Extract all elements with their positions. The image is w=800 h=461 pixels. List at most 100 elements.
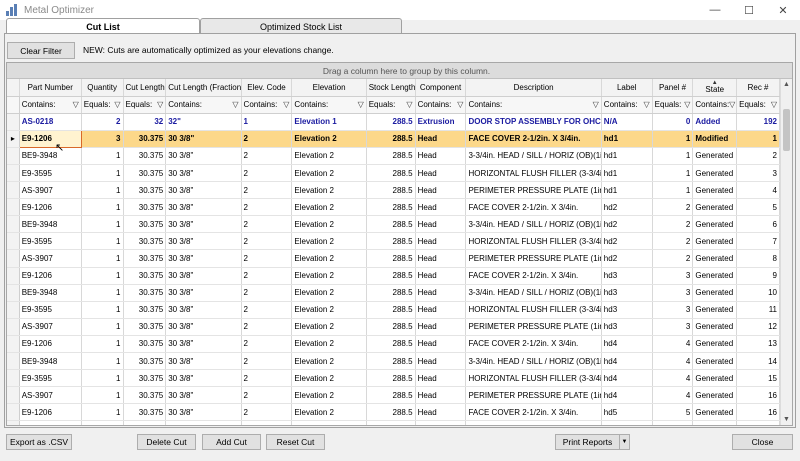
- table-cell[interactable]: 2: [241, 335, 293, 354]
- table-row[interactable]: BE9-3948130.37530 3/8"2Elevation 2288.5H…: [7, 147, 780, 165]
- filter-cell[interactable]: Contains: ▽: [415, 96, 467, 114]
- table-cell[interactable]: hd3: [601, 267, 653, 285]
- table-cell[interactable]: 3: [652, 301, 694, 319]
- table-cell[interactable]: 2: [241, 369, 293, 388]
- table-cell[interactable]: 30.375: [123, 301, 167, 319]
- row-indicator[interactable]: [7, 147, 20, 165]
- column-header-label[interactable]: Label: [601, 79, 653, 97]
- table-cell[interactable]: FACE COVER 2-1/2in. X 3/4in.: [465, 335, 602, 354]
- table-cell[interactable]: 288.5: [366, 215, 416, 234]
- table-cell[interactable]: 30 3/8": [165, 147, 242, 165]
- row-indicator[interactable]: [7, 232, 20, 251]
- table-cell[interactable]: 288.5: [366, 318, 416, 336]
- table-cell[interactable]: Elevation 2: [291, 284, 367, 302]
- table-cell[interactable]: 30.375: [123, 181, 167, 200]
- table-row[interactable]: E9-1206 1 30.375 30 3/8" 2 Elevation 2 288.5 He…: [7, 267, 780, 285]
- table-cell[interactable]: Elevation 2: [291, 318, 367, 336]
- filter-cell[interactable]: Equals: ▽: [736, 96, 780, 114]
- table-cell[interactable]: E9-3595: [19, 369, 82, 388]
- row-indicator[interactable]: [7, 352, 20, 371]
- table-cell[interactable]: 3: [652, 318, 694, 336]
- table-cell[interactable]: 2: [241, 403, 293, 422]
- table-cell[interactable]: 10: [736, 284, 780, 302]
- reset-cut-button[interactable]: Reset Cut: [266, 434, 325, 450]
- table-cell[interactable]: Elevation 2: [291, 147, 367, 165]
- table-cell[interactable]: Generated: [692, 198, 738, 217]
- table-cell[interactable]: Head: [415, 386, 467, 405]
- table-cell[interactable]: 2: [736, 147, 780, 165]
- table-cell[interactable]: Elevation 2: [291, 301, 367, 319]
- add-cut-button[interactable]: Add Cut: [202, 434, 261, 450]
- table-cell[interactable]: 2: [241, 164, 293, 183]
- column-header-rec[interactable]: Rec #: [736, 79, 780, 97]
- table-cell[interactable]: Head: [415, 232, 467, 251]
- table-cell[interactable]: 2: [241, 232, 293, 251]
- row-indicator[interactable]: ▸: [7, 130, 20, 148]
- column-header-elev-code[interactable]: Elev. Code: [241, 79, 293, 97]
- table-cell[interactable]: Generated: [692, 249, 738, 268]
- row-indicator[interactable]: [7, 386, 20, 405]
- table-cell[interactable]: 30.375: [123, 215, 167, 234]
- cut-list-grid[interactable]: Drag a column here to group by this colu…: [6, 62, 793, 426]
- table-row[interactable]: ▸ E9-1206 3 30.375 30 3/8" 2 Elevation 2 288.5 H…: [7, 129, 780, 148]
- table-cell[interactable]: 1: [81, 181, 124, 200]
- column-header-panel[interactable]: Panel #: [652, 79, 694, 97]
- row-indicator[interactable]: [7, 113, 20, 131]
- table-cell[interactable]: E9-1206: [19, 198, 82, 217]
- column-header-cut-length[interactable]: Cut Length: [123, 79, 167, 97]
- table-cell[interactable]: Head: [415, 335, 467, 354]
- table-cell[interactable]: 288.5: [366, 181, 416, 200]
- funnel-icon[interactable]: ▽: [358, 100, 364, 109]
- table-cell[interactable]: Generated: [692, 181, 738, 200]
- table-cell[interactable]: 30.375: [123, 284, 167, 302]
- table-cell[interactable]: Extrusion: [415, 113, 467, 131]
- table-cell[interactable]: 288.5: [366, 147, 416, 165]
- table-cell[interactable]: FACE COVER 2-1/2in. X 3/4in.: [465, 267, 602, 285]
- table-cell[interactable]: PERIMETER PRESSURE PLATE (1in. GL): [465, 318, 602, 336]
- row-indicator[interactable]: [7, 181, 20, 200]
- table-cell[interactable]: AS-0218: [19, 113, 82, 131]
- funnel-icon[interactable]: ▽: [684, 100, 690, 109]
- table-cell[interactable]: 1: [652, 164, 694, 183]
- table-cell[interactable]: 30 3/8": [165, 198, 242, 217]
- print-reports-dropdown-icon[interactable]: ▼: [620, 434, 630, 450]
- table-cell[interactable]: 288.5: [366, 267, 416, 285]
- table-cell[interactable]: Elevation 2: [291, 164, 367, 183]
- table-row[interactable]: E9-1206 1 30.375 30 3/8" 2 Elevation 2 288.5 He…: [7, 198, 780, 217]
- table-cell[interactable]: 2: [652, 249, 694, 268]
- table-row[interactable]: BE9-3948130.37530 3/8"2Elevation 2288.5H…: [7, 284, 780, 302]
- table-cell[interactable]: Head: [415, 198, 467, 217]
- table-cell[interactable]: 30.375: [123, 386, 167, 405]
- export-csv-button[interactable]: Export as .CSV: [6, 434, 72, 450]
- table-cell[interactable]: 288.5: [366, 335, 416, 354]
- table-cell[interactable]: HORIZONTAL FLUSH FILLER (3-3/4in...: [465, 232, 602, 251]
- row-indicator[interactable]: [7, 318, 20, 336]
- table-cell[interactable]: 5: [736, 198, 780, 217]
- table-cell[interactable]: Generated: [692, 232, 738, 251]
- table-cell[interactable]: E9-3595: [19, 301, 82, 319]
- table-cell[interactable]: 1: [81, 249, 124, 268]
- funnel-icon[interactable]: ▽: [457, 100, 463, 109]
- row-indicator[interactable]: [7, 420, 20, 425]
- table-cell[interactable]: PERIMETER PRESSURE PLATE (1in. GL): [465, 386, 602, 405]
- table-cell[interactable]: 30 3/8": [165, 403, 242, 422]
- table-row[interactable]: AS-3907 1 30.375 30 3/8" 2 Elevation 2 288.5 He…: [7, 181, 780, 200]
- table-cell[interactable]: hd3: [601, 301, 653, 319]
- table-cell[interactable]: 30.375: [123, 198, 167, 217]
- table-cell[interactable]: 1: [81, 267, 124, 285]
- table-cell[interactable]: 30 3/8": [165, 164, 242, 183]
- table-cell[interactable]: 288.5: [366, 403, 416, 422]
- table-cell[interactable]: 2: [241, 181, 293, 200]
- table-cell[interactable]: hd2: [601, 215, 653, 234]
- table-cell[interactable]: Elevation 2: [291, 352, 367, 371]
- table-cell[interactable]: 4: [736, 181, 780, 200]
- table-cell[interactable]: BE9-3948: [19, 352, 82, 371]
- close-button[interactable]: Close: [732, 434, 793, 450]
- close-icon[interactable]: ✕: [766, 0, 800, 20]
- table-cell[interactable]: 30 3/8": [165, 249, 242, 268]
- filter-cell[interactable]: Equals: ▽: [81, 96, 124, 114]
- funnel-icon[interactable]: ▽: [114, 100, 120, 109]
- table-cell[interactable]: 288.5: [366, 386, 416, 405]
- table-cell[interactable]: 32": [165, 113, 242, 131]
- funnel-icon[interactable]: ▽: [406, 100, 412, 109]
